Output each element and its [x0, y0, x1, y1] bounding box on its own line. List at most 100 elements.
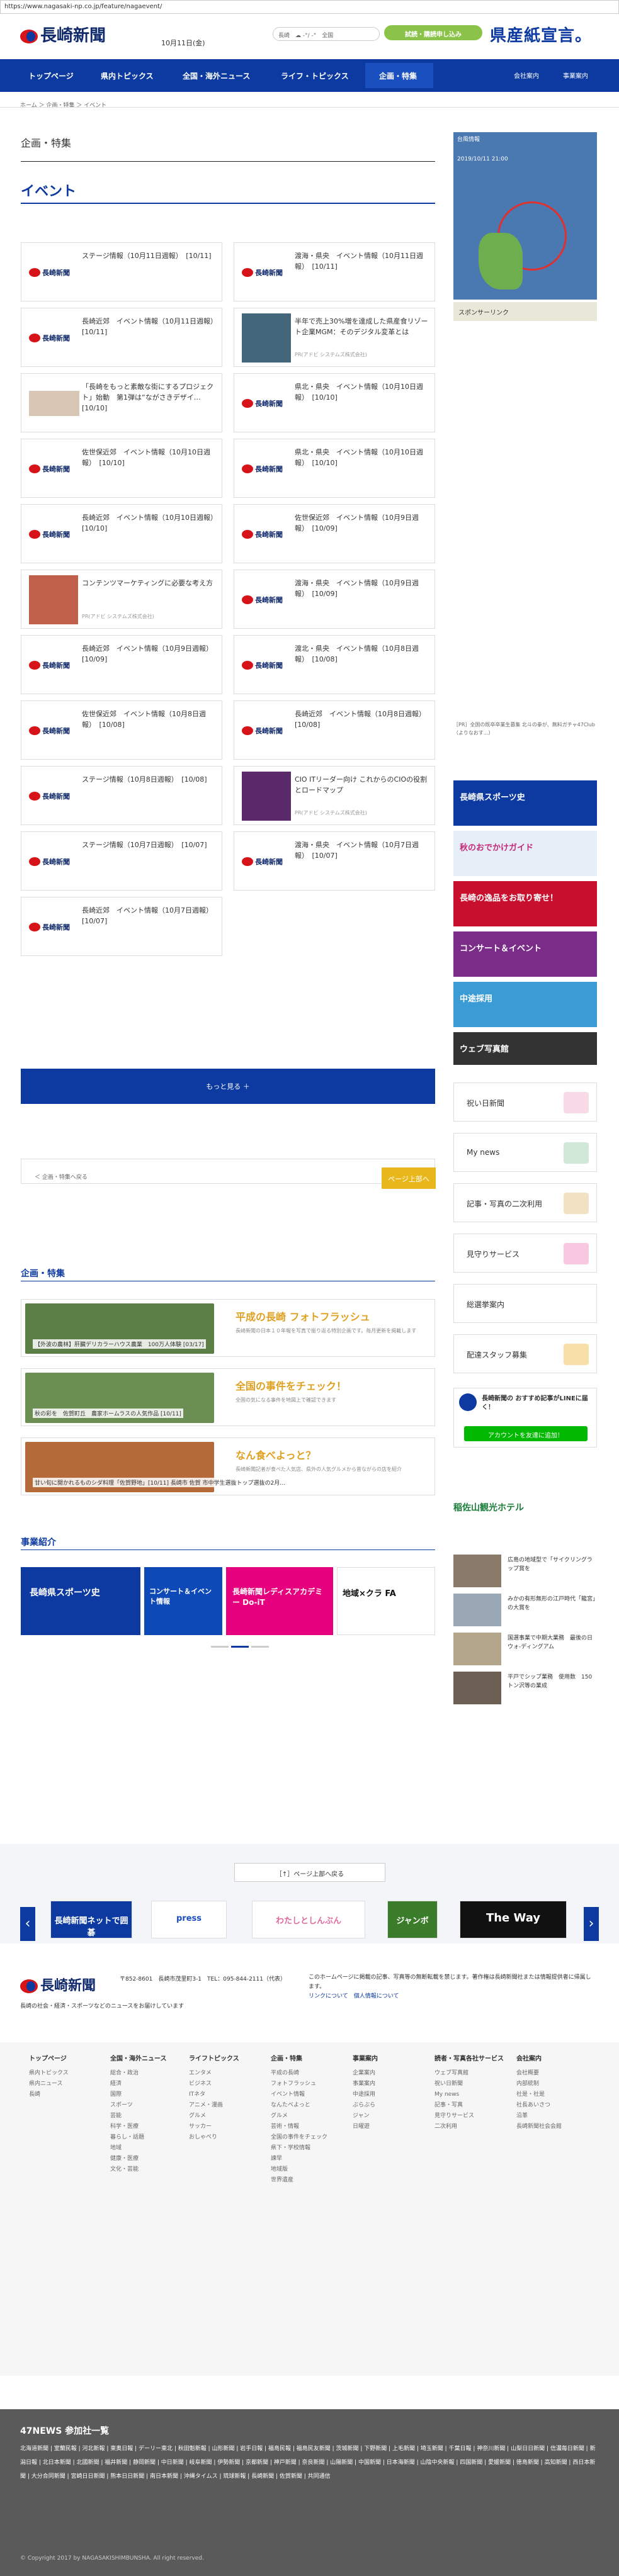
footer-link[interactable]: 芸能 — [110, 2111, 167, 2122]
footer-link[interactable]: グルメ — [271, 2111, 327, 2122]
weather-widget[interactable]: 長崎 ☁ -°/ -° 全国 — [273, 27, 380, 41]
partner-igo[interactable]: 長崎新聞ネットで囲碁 — [50, 1901, 132, 1938]
footer-link[interactable]: 県内トピックス — [29, 2068, 69, 2079]
carousel-dot[interactable] — [231, 1646, 249, 1648]
link-staff[interactable]: 配達スタッフ募集 — [453, 1334, 597, 1373]
article-card[interactable]: 長崎新聞 渡北・県央 イベント情報（10月8日週報） [10/08] — [234, 635, 435, 694]
footer-link[interactable]: なんたべよっと — [271, 2100, 327, 2111]
link-election[interactable]: 総選挙案内 — [453, 1284, 597, 1323]
footer-logo[interactable]: 長崎新聞 — [20, 1974, 96, 1994]
trial-subscribe-button[interactable]: 試読・購読申し込み — [384, 25, 482, 40]
article-card[interactable]: 長崎新聞 長崎近郊 イベント情報（10月11日週報） [10/11] — [21, 308, 222, 367]
footer-link[interactable]: 文化・芸能 — [110, 2164, 167, 2175]
nav-item-local[interactable]: 県内トピックス — [101, 70, 154, 81]
article-card[interactable]: 長崎新聞 長崎近郊 イベント情報（10月10日週報） [10/10] — [21, 504, 222, 563]
carousel-dot[interactable] — [211, 1646, 229, 1648]
footer-link[interactable]: 芸術・情報 — [271, 2122, 327, 2132]
footer-link[interactable]: 平成の長崎 — [271, 2068, 327, 2079]
article-card[interactable]: 長崎新聞 ステージ情報（10月11日週報） [10/11] — [21, 242, 222, 301]
feature-jiken[interactable]: 秋の彩を 佐賀町丘 農家ホームラスの人気作品 [10/11] 全国の事件をチェック… — [21, 1368, 435, 1426]
footer-link[interactable]: ぶらぶら — [353, 2100, 378, 2111]
side-news-item[interactable]: 広島の地域型で「サイクリングラップ賞を — [453, 1555, 597, 1594]
slide-chiiki[interactable]: 地域×クラ FA — [337, 1567, 435, 1635]
footer-link[interactable]: 内部統制 — [516, 2079, 562, 2089]
partner-prev-arrow-icon[interactable]: ‹ — [20, 1907, 35, 1941]
slide-doit[interactable]: 長崎新聞レディスアカデミー Do-iT — [226, 1567, 333, 1635]
hotel-banner[interactable]: 稲佐山観光ホテル — [453, 1501, 597, 1514]
slide-concert[interactable]: コンサート＆イベント情報 — [144, 1567, 222, 1635]
banner-photo[interactable]: ウェブ写真館 — [453, 1032, 597, 1065]
footer-link[interactable]: エンタメ — [189, 2068, 239, 2079]
back-to-feature-link[interactable]: ＜ 企画・特集へ戻る — [35, 1173, 88, 1181]
footer-link[interactable]: 祝い日新聞 — [434, 2079, 504, 2089]
footer-link[interactable]: 地域版 — [271, 2164, 327, 2175]
article-card[interactable]: 長崎新聞 ステージ情報（10月7日週報） [10/07] — [21, 831, 222, 891]
footer-link[interactable]: 沿革 — [516, 2111, 562, 2122]
banner-odekake[interactable]: 秋のおでかけガイド — [453, 831, 597, 876]
footer-link[interactable]: おしゃべり — [189, 2132, 239, 2143]
footer-link[interactable]: 見守りサービス — [434, 2111, 504, 2122]
article-card[interactable]: 長崎新聞 県北・県央 イベント情報（10月10日週報） [10/10] — [234, 373, 435, 432]
article-card[interactable]: 長崎新聞 ステージ情報（10月8日週報） [10/08] — [21, 766, 222, 825]
banner-concert[interactable]: コンサート＆イベント — [453, 931, 597, 977]
breadcrumb[interactable]: ホーム ＞ 企画・特集 ＞ イベント — [20, 101, 106, 109]
back-to-top-link[interactable]: ［↑］ページ上部へ戻る — [234, 1863, 385, 1882]
slide-sports[interactable]: 長崎県スポーツ史 — [21, 1567, 140, 1635]
carousel-dot[interactable] — [251, 1646, 269, 1648]
footer-link[interactable]: My news — [434, 2089, 504, 2100]
footer-link[interactable]: 県下・学校情報 — [271, 2143, 327, 2154]
article-card[interactable]: 長崎新聞 佐世保近郊 イベント情報（10月8日週報） [10/08] — [21, 700, 222, 760]
article-card[interactable]: 長崎新聞 県北・県央 イベント情報（10月10日週報） [10/10] — [234, 439, 435, 498]
feature-photoflash[interactable]: 【外波の農林】肝臓デリカラーハウス農業 100万人体験 [03/17] 平成の長崎… — [21, 1299, 435, 1357]
banner-sports[interactable]: 長崎県スポーツ史 — [453, 780, 597, 826]
footer-link-link[interactable]: リンクについて — [309, 1993, 348, 1999]
footer-link[interactable]: 総合・政治 — [110, 2068, 167, 2079]
footer-link[interactable]: 地域 — [110, 2143, 167, 2154]
47news-sites[interactable]: 北海道新聞 | 室蘭民報 | 河北新報 | 東奥日報 | デーリー東北 | 秋田… — [20, 2442, 599, 2483]
footer-link[interactable]: 暮らし・話題 — [110, 2132, 167, 2143]
partner-watashi[interactable]: わたしとしんぶん — [252, 1901, 365, 1938]
footer-link[interactable]: 二次利用 — [434, 2122, 504, 2132]
footer-link[interactable]: 中途採用 — [353, 2089, 378, 2100]
site-logo[interactable]: 長崎新聞 — [20, 23, 106, 46]
article-card[interactable]: 長崎新聞 長崎近郊 イベント情報（10月7日週報） [10/07] — [21, 897, 222, 956]
footer-link[interactable]: フォトフラッシュ — [271, 2079, 327, 2089]
footer-link[interactable]: 経済 — [110, 2079, 167, 2089]
partner-next-arrow-icon[interactable]: › — [584, 1907, 599, 1941]
article-card[interactable]: 長崎新聞 渡海・県央 イベント情報（10月7日週報） [10/07] — [234, 831, 435, 891]
carousel-dots[interactable] — [211, 1641, 271, 1650]
pr-text[interactable]: ［PR］全国の既卒卒業生募集 北斗の拳が、無料ガチャ47Club（よりなおす..… — [453, 721, 597, 737]
article-card[interactable]: コンテンツマーケティングに必要な考え方 PR(アドビ システムズ株式会社) — [21, 570, 222, 629]
side-news-item[interactable]: 国選事業で中期大業務 最後の日ウォ-ディングアム — [453, 1633, 597, 1672]
footer-link[interactable]: 長崎 — [29, 2089, 69, 2100]
page-top-button[interactable]: ページ上部へ — [382, 1167, 436, 1189]
partner-theway[interactable]: The Way — [460, 1901, 567, 1938]
article-card[interactable]: 長崎新聞 渡海・県央 イベント情報（10月11日週報） [10/11] — [234, 242, 435, 301]
footer-link[interactable]: 日曜遊 — [353, 2122, 378, 2132]
footer-link[interactable]: アニメ・漫画 — [189, 2100, 239, 2111]
nav-sub-company[interactable]: 会社案内 — [514, 70, 539, 80]
campaign-banner[interactable]: 県産紙宣言。 — [490, 23, 592, 46]
feature-gourmet[interactable]: 甘い旬に開かれるものシダ料理「佐賀野地」[10/11] 長崎市 佐賀 市中学生選… — [21, 1437, 435, 1495]
footer-column-head[interactable]: 企画・特集 — [271, 2054, 327, 2064]
article-card[interactable]: 長崎新聞 長崎近郊 イベント情報（10月9日週報） [10/09] — [21, 635, 222, 694]
address-bar[interactable]: https://www.nagasaki-np.co.jp/feature/na… — [0, 0, 619, 14]
partner-press[interactable]: press — [151, 1901, 227, 1938]
article-card[interactable]: 長崎新聞 佐世保近郊 イベント情報（10月10日週報） [10/10] — [21, 439, 222, 498]
footer-column-head[interactable]: 事業案内 — [353, 2054, 378, 2064]
footer-link[interactable]: イベント情報 — [271, 2089, 327, 2100]
article-card[interactable]: 半年で売上30%増を達成した県産食リゾート企業MGM：そのデジタル変革とは PR(… — [234, 308, 435, 367]
nav-item-feature[interactable]: 企画・特集 — [379, 70, 417, 81]
side-news-item[interactable]: 平戸でシップ業務 使用数 150トン沢等の業成 — [453, 1672, 597, 1711]
footer-link[interactable]: グルメ — [189, 2111, 239, 2122]
footer-link[interactable]: 社長あいさつ — [516, 2100, 562, 2111]
banner-recruit[interactable]: 中途採用 — [453, 982, 597, 1027]
article-card[interactable]: 長崎新聞 渡海・県央 イベント情報（10月9日週報） [10/09] — [234, 570, 435, 629]
footer-link[interactable]: 長崎新聞社会会館 — [516, 2122, 562, 2132]
footer-link[interactable]: 健康・医療 — [110, 2154, 167, 2164]
footer-link[interactable]: 国際 — [110, 2089, 167, 2100]
business-carousel[interactable]: 長崎県スポーツ史 コンサート＆イベント情報 長崎新聞レディスアカデミー Do-i… — [21, 1567, 435, 1635]
nav-item-life[interactable]: ライフ・トピックス — [281, 70, 349, 81]
side-news-item[interactable]: みかの有形無形の江戸時代「龍宮」の大賞を — [453, 1594, 597, 1633]
nav-item-national[interactable]: 全国・海外ニュース — [183, 70, 250, 81]
